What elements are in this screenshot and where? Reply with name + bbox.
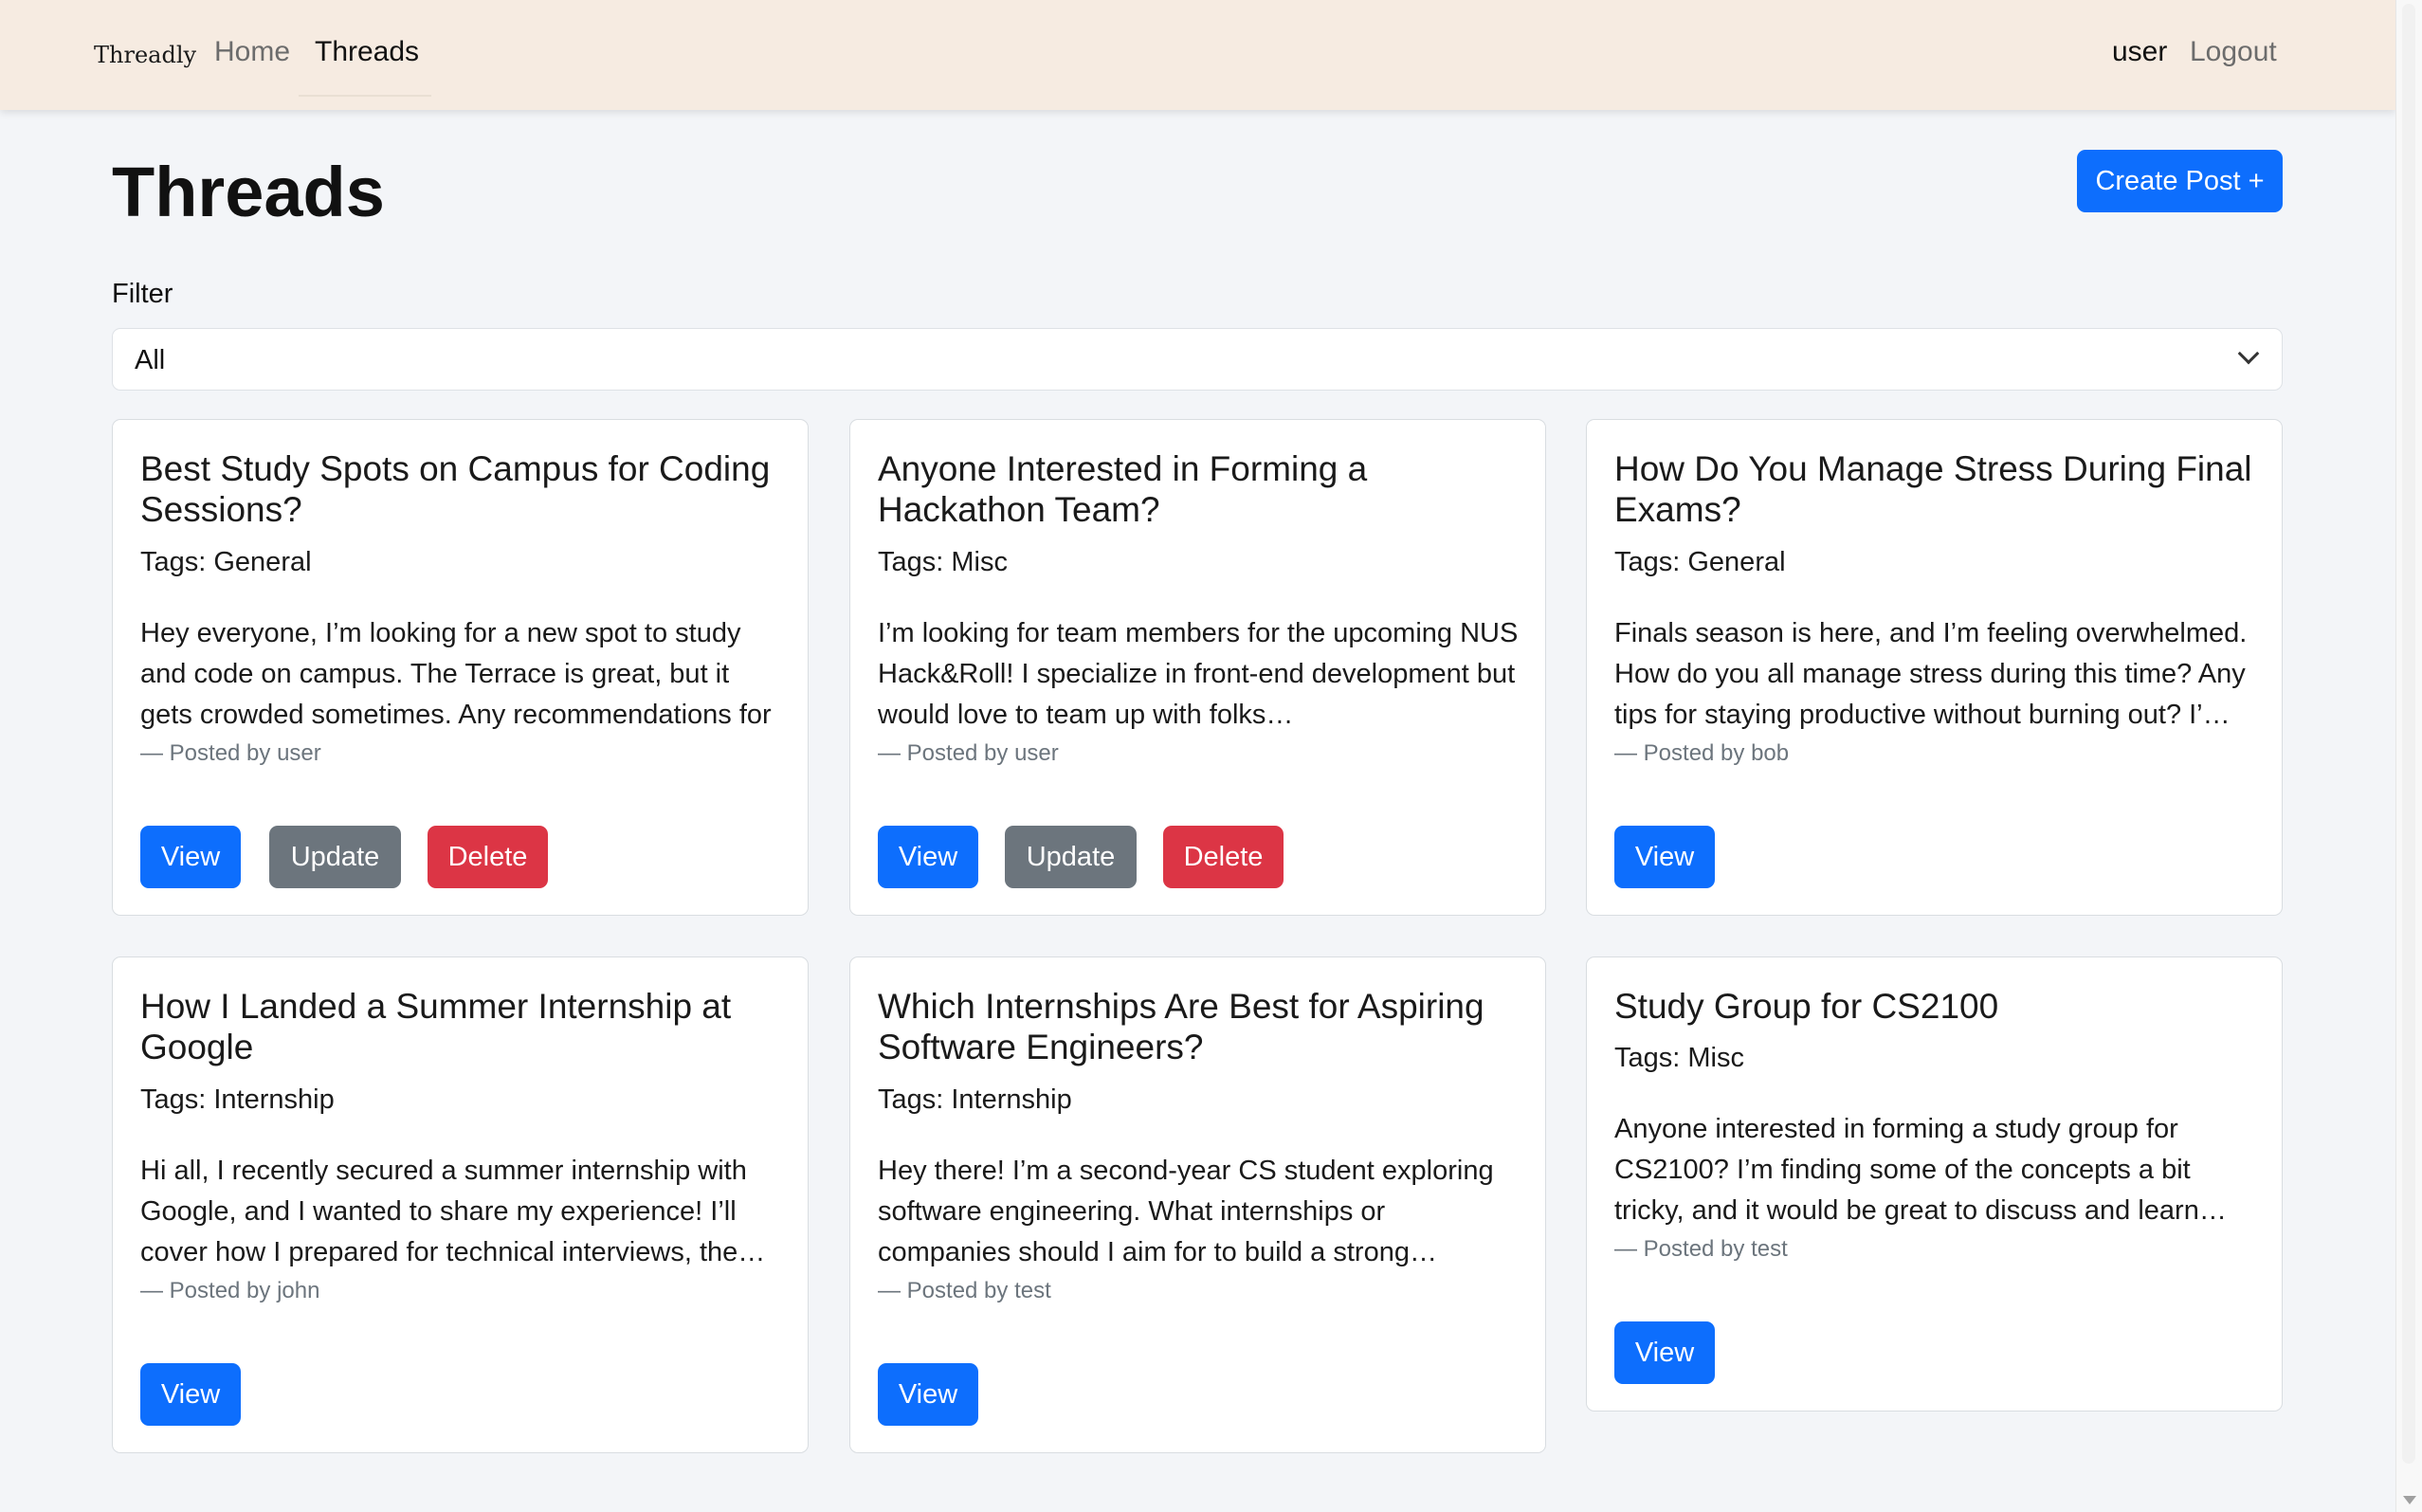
thread-author: — Posted by john	[140, 1278, 320, 1303]
thread-excerpt: Anyone interested in forming a study gro…	[1614, 1114, 2227, 1226]
thread-title: Study Group for CS2100	[1614, 987, 1999, 1026]
thread-author: — Posted by bob	[1614, 740, 1790, 766]
thread-card: Which Internships Are Best for Aspiring …	[849, 956, 1546, 1453]
thread-author: — Posted by test	[1614, 1236, 1788, 1262]
nav-active-indicator	[299, 95, 431, 97]
thread-title: Which Internships Are Best for Aspiring …	[878, 987, 1484, 1066]
thread-title: How I Landed a Summer Internship at Goog…	[140, 987, 732, 1066]
thread-excerpt: Hey everyone, I’m looking for a new spot…	[140, 618, 772, 730]
thread-excerpt: Hey there! I’m a second-year CS student …	[878, 1156, 1494, 1267]
brand-logo[interactable]: Threadly	[94, 42, 196, 68]
view-button[interactable]: View	[140, 1363, 241, 1426]
thread-card: Anyone Interested in Forming a Hackathon…	[849, 419, 1546, 916]
view-button[interactable]: View	[878, 1363, 978, 1426]
page: Threadly Home Threads user Logout Thread…	[0, 0, 2422, 1512]
nav-home-link[interactable]: Home	[214, 36, 290, 68]
update-button[interactable]: Update	[1005, 826, 1137, 888]
create-post-button[interactable]: Create Post +	[2077, 150, 2283, 212]
thread-card: How I Landed a Summer Internship at Goog…	[112, 956, 809, 1453]
thread-excerpt: I’m looking for team members for the upc…	[878, 618, 1519, 730]
view-button[interactable]: View	[878, 826, 978, 888]
filter-label: Filter	[112, 279, 173, 309]
thread-tags: Tags: Internship	[140, 1084, 335, 1115]
thread-card: Best Study Spots on Campus for Coding Se…	[112, 419, 809, 916]
view-button[interactable]: View	[1614, 1321, 1715, 1384]
thread-title: Anyone Interested in Forming a Hackathon…	[878, 449, 1368, 529]
view-button[interactable]: View	[1614, 826, 1715, 888]
delete-button[interactable]: Delete	[428, 826, 548, 888]
filter-select[interactable]: All	[112, 328, 2283, 391]
nav-threads-link[interactable]: Threads	[315, 36, 419, 68]
thread-excerpt: Hi all, I recently secured a summer inte…	[140, 1156, 766, 1267]
thread-card: How Do You Manage Stress During Final Ex…	[1586, 419, 2283, 916]
page-title: Threads	[112, 153, 385, 231]
chevron-down-icon	[2237, 342, 2260, 365]
thread-excerpt: Finals season is here, and I’m feeling o…	[1614, 618, 2248, 730]
scroll-down-arrow-icon[interactable]	[2403, 1496, 2416, 1504]
nav-username: user	[2112, 36, 2168, 67]
filter-selected-value: All	[135, 345, 166, 375]
scrollbar-thumb[interactable]	[2402, 4, 2415, 1464]
navbar: Threadly Home Threads user Logout	[0, 0, 2395, 110]
logout-link[interactable]: Logout	[2190, 36, 2277, 68]
view-button[interactable]: View	[140, 826, 241, 888]
thread-author: — Posted by user	[140, 740, 321, 766]
thread-card: Study Group for CS2100 Tags: Misc Anyone…	[1586, 956, 2283, 1412]
thread-tags: Tags: Misc	[878, 547, 1008, 577]
delete-button[interactable]: Delete	[1163, 826, 1284, 888]
thread-title: How Do You Manage Stress During Final Ex…	[1614, 449, 2252, 529]
update-button[interactable]: Update	[269, 826, 401, 888]
thread-tags: Tags: Misc	[1614, 1043, 1744, 1073]
thread-tags: Tags: Internship	[878, 1084, 1072, 1115]
thread-tags: Tags: General	[1614, 547, 1786, 577]
page-scrollbar[interactable]	[2395, 0, 2422, 1512]
thread-author: — Posted by user	[878, 740, 1059, 766]
thread-title: Best Study Spots on Campus for Coding Se…	[140, 449, 771, 529]
thread-author: — Posted by test	[878, 1278, 1051, 1303]
thread-tags: Tags: General	[140, 547, 312, 577]
